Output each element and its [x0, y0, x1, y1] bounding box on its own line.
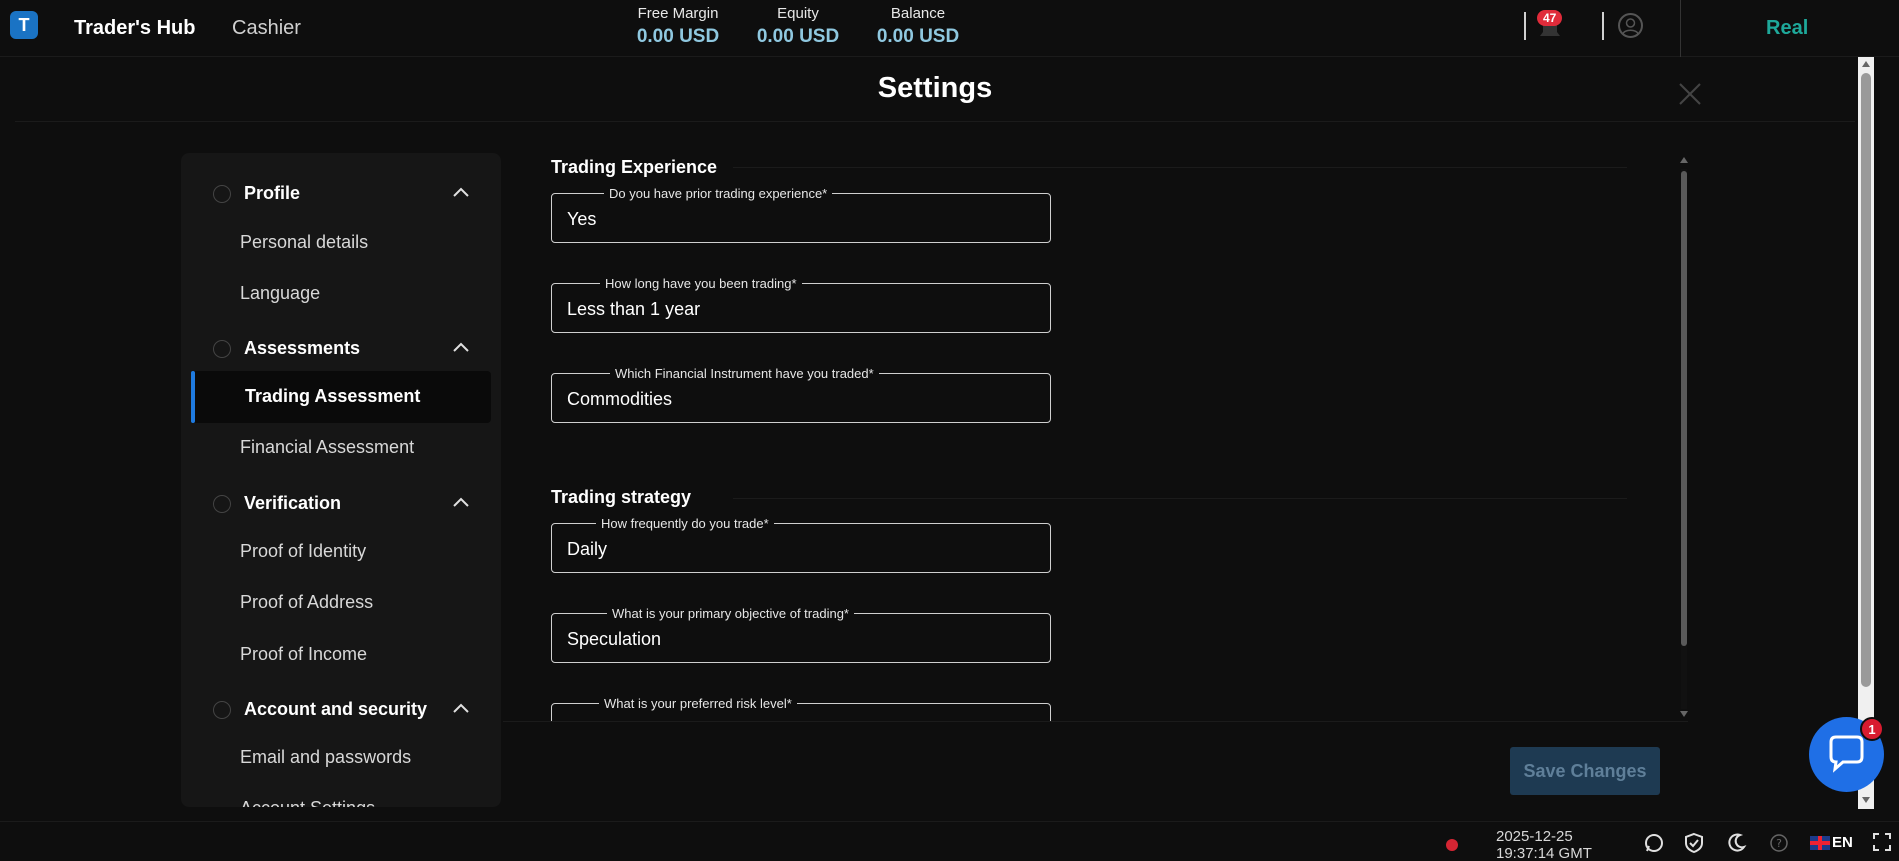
field-label: Which Financial Instrument have you trad… — [610, 366, 879, 381]
scroll-up-arrow-icon[interactable] — [1862, 61, 1870, 67]
verification-icon — [213, 495, 231, 513]
page-scrollbar[interactable] — [1858, 57, 1874, 809]
sidebar-item-personal-details[interactable]: Personal details — [240, 232, 368, 253]
page-title: Settings — [877, 72, 993, 104]
user-icon[interactable] — [1618, 13, 1643, 38]
metric-label: Free Margin — [637, 5, 719, 22]
server-clock: 2025-12-25 19:37:14 GMT — [1496, 828, 1592, 861]
account-type-label: Real — [1766, 17, 1809, 39]
chevron-up-icon — [453, 703, 469, 713]
language-selector[interactable]: EN — [1810, 834, 1853, 851]
metric-value: 0.00 USD — [876, 26, 960, 47]
sidebar-item-account-settings[interactable]: Account Settings — [240, 798, 375, 807]
shield-check-icon[interactable] — [1683, 832, 1705, 854]
field-value: Commodities — [567, 389, 673, 409]
nav-traders-hub[interactable]: Trader's Hub — [74, 17, 195, 40]
status-bar: 2025-12-25 19:37:14 GMT ? EN — [0, 821, 1899, 861]
section-divider — [733, 498, 1627, 499]
sidebar-item-proof-of-address[interactable]: Proof of Address — [240, 592, 373, 613]
section-divider — [733, 167, 1627, 168]
risk-level-select[interactable]: What is your preferred risk level* — [551, 696, 1051, 721]
trading-objective-select[interactable]: What is your primary objective of tradin… — [551, 606, 1051, 663]
sidebar-section-account-security[interactable]: Account and security — [181, 695, 501, 725]
scroll-down-arrow-icon[interactable] — [1680, 711, 1688, 717]
title-divider — [15, 121, 1855, 122]
sidebar-item-email-passwords[interactable]: Email and passwords — [240, 747, 411, 768]
chevron-up-icon — [453, 497, 469, 507]
metric-label: Equity — [777, 5, 819, 22]
app-root: T Trader's Hub Cashier Free Margin 0.00 … — [0, 0, 1899, 861]
settings-sidebar: Profile Personal details Language Assess… — [181, 153, 501, 807]
close-icon[interactable] — [1676, 80, 1704, 108]
assessment-icon — [213, 340, 231, 358]
prior-experience-select[interactable]: Do you have prior trading experience* Ye… — [551, 186, 1051, 243]
account-switcher[interactable]: Real — [1680, 0, 1899, 57]
sidebar-item-proof-of-income[interactable]: Proof of Income — [240, 644, 367, 665]
sidebar-item-financial-assessment[interactable]: Financial Assessment — [240, 437, 414, 458]
trade-frequency-select[interactable]: How frequently do you trade* Daily — [551, 516, 1051, 573]
field-value: Less than 1 year — [567, 299, 701, 319]
sidebar-item-trading-assessment[interactable]: Trading Assessment — [191, 371, 491, 423]
header-divider — [1524, 12, 1526, 40]
security-icon — [213, 701, 231, 719]
section-label: Assessments — [244, 338, 361, 358]
sidebar-section-verification[interactable]: Verification — [181, 489, 501, 519]
field-value: Daily — [567, 539, 608, 559]
sidebar-section-profile[interactable]: Profile — [181, 179, 501, 209]
app-logo[interactable]: T — [10, 11, 38, 39]
connection-status-dot — [1446, 839, 1458, 851]
field-label: What is your preferred risk level* — [599, 696, 797, 711]
metric-equity: Equity 0.00 USD — [753, 5, 843, 48]
section-title-trading-experience: Trading Experience — [551, 157, 718, 177]
fullscreen-icon[interactable] — [1872, 832, 1892, 852]
field-value: Speculation — [567, 629, 662, 649]
metric-value: 0.00 USD — [636, 26, 720, 47]
sidebar-item-proof-of-identity[interactable]: Proof of Identity — [240, 541, 366, 562]
section-label: Verification — [244, 493, 342, 513]
uk-flag-icon — [1810, 835, 1830, 850]
metric-label: Balance — [890, 5, 946, 22]
section-label: Account and security — [244, 699, 428, 719]
assessment-form: Trading Experience Do you have prior tra… — [503, 153, 1688, 721]
header-divider — [1602, 12, 1604, 40]
section-title-trading-strategy: Trading strategy — [551, 487, 692, 507]
field-label: What is your primary objective of tradin… — [607, 606, 854, 621]
notification-badge: 47 — [1537, 10, 1563, 26]
scroll-up-arrow-icon[interactable] — [1680, 157, 1688, 163]
metric-value: 0.00 USD — [756, 26, 840, 47]
financial-instrument-select[interactable]: Which Financial Instrument have you trad… — [551, 366, 1051, 423]
sidebar-section-assessments[interactable]: Assessments — [181, 334, 501, 364]
clock-date: 2025-12-25 — [1496, 828, 1573, 845]
top-header: T Trader's Hub Cashier Free Margin 0.00 … — [0, 0, 1899, 57]
sidebar-item-label: Trading Assessment — [245, 386, 421, 406]
clock-time: 19:37:14 GMT — [1496, 845, 1592, 861]
metric-free-margin: Free Margin 0.00 USD — [633, 5, 723, 48]
field-label: How frequently do you trade* — [596, 516, 774, 531]
sidebar-item-language[interactable]: Language — [240, 283, 320, 304]
svg-text:?: ? — [1776, 837, 1782, 850]
field-label: How long have you been trading* — [600, 276, 802, 291]
metric-balance: Balance 0.00 USD — [873, 5, 963, 48]
moon-icon[interactable] — [1725, 832, 1747, 854]
field-label: Do you have prior trading experience* — [604, 186, 833, 201]
trading-duration-select[interactable]: How long have you been trading* Less tha… — [551, 276, 1051, 333]
active-indicator — [191, 371, 195, 423]
chevron-up-icon — [453, 187, 469, 197]
form-scrollbar[interactable] — [1680, 157, 1688, 719]
field-value: Yes — [567, 209, 597, 229]
chevron-up-icon — [453, 342, 469, 352]
chat-badge: 1 — [1860, 717, 1884, 741]
scroll-down-arrow-icon[interactable] — [1862, 797, 1870, 803]
scroll-thumb[interactable] — [1861, 73, 1871, 687]
language-code: EN — [1832, 834, 1853, 851]
form-footer-divider — [503, 721, 1688, 722]
scroll-thumb[interactable] — [1681, 171, 1687, 646]
save-changes-button[interactable]: Save Changes — [1510, 747, 1660, 795]
nav-cashier[interactable]: Cashier — [232, 17, 301, 40]
profile-icon — [213, 185, 231, 203]
help-icon[interactable]: ? — [1768, 832, 1790, 854]
section-label: Profile — [244, 183, 301, 203]
whatsapp-icon[interactable] — [1643, 832, 1665, 854]
